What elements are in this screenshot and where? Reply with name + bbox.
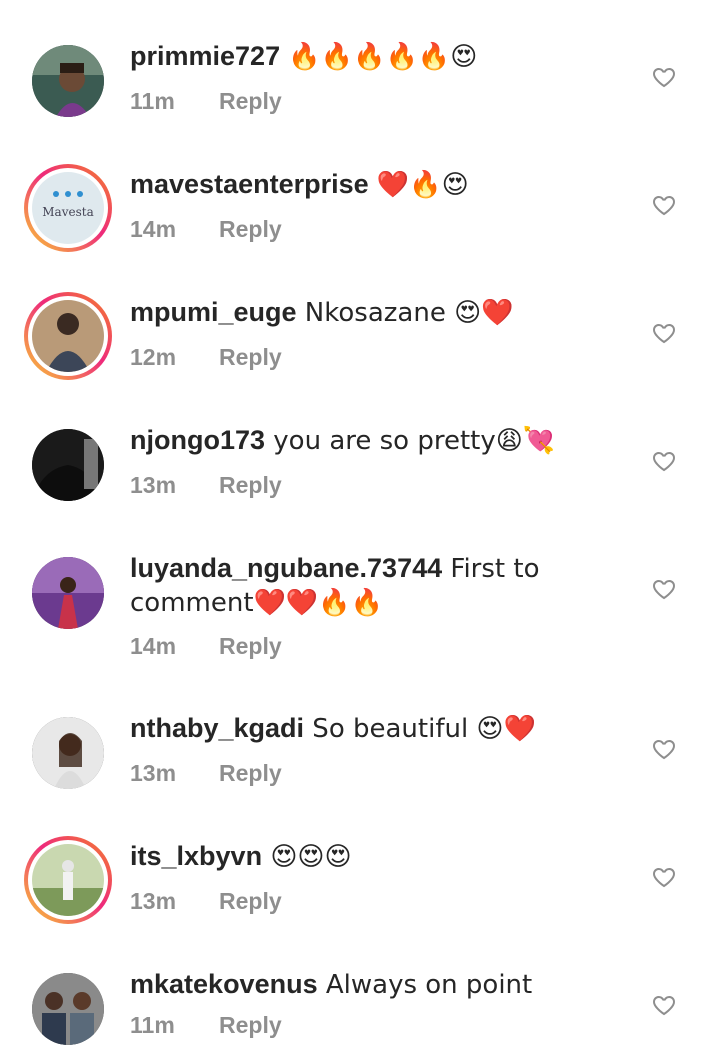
avatar[interactable]: [24, 836, 112, 924]
timestamp: 12m: [130, 344, 177, 370]
comment-meta: 11m Reply: [130, 88, 282, 115]
comment-text: luyanda_ngubane.73744 First to comment❤️…: [130, 552, 630, 620]
comment-text: mkatekovenus Always on point: [130, 968, 630, 1002]
comment-text: primmie727 🔥🔥🔥🔥🔥😍: [130, 40, 630, 74]
username[interactable]: its_lxbyvn: [130, 841, 262, 871]
timestamp: 14m: [130, 216, 177, 242]
comment-body: Always on point: [317, 970, 533, 1000]
username[interactable]: mavestaenterprise: [130, 169, 369, 199]
comment-meta: 13m Reply: [130, 888, 282, 915]
username[interactable]: mkatekovenus: [130, 969, 318, 999]
timestamp: 13m: [130, 888, 177, 914]
timestamp: 11m: [130, 1012, 175, 1038]
comment-body: 🔥🔥🔥🔥🔥😍: [280, 42, 478, 72]
heart-outline-icon[interactable]: [652, 65, 676, 89]
reply-button[interactable]: Reply: [219, 344, 282, 370]
avatar[interactable]: [24, 292, 112, 380]
comment-meta: 11m Reply: [130, 1012, 282, 1039]
reply-button[interactable]: Reply: [219, 216, 282, 242]
comment-body: you are so pretty😩💘: [265, 426, 556, 456]
comment-meta: 13m Reply: [130, 472, 282, 499]
avatar[interactable]: [32, 973, 104, 1045]
comment-meta: 12m Reply: [130, 344, 282, 371]
comment-text: mavestaenterprise ❤️🔥😍: [130, 168, 630, 202]
reply-button[interactable]: Reply: [219, 888, 282, 914]
heart-outline-icon[interactable]: [652, 737, 676, 761]
heart-outline-icon[interactable]: [652, 193, 676, 217]
timestamp: 14m: [130, 633, 177, 659]
comment-body: So beautiful 😍❤️: [304, 714, 536, 744]
username[interactable]: primmie727: [130, 41, 280, 71]
comment-meta: 14m Reply: [130, 633, 282, 660]
timestamp: 11m: [130, 88, 175, 114]
username[interactable]: nthaby_kgadi: [130, 713, 304, 743]
heart-outline-icon[interactable]: [652, 865, 676, 889]
comment-meta: 13m Reply: [130, 760, 282, 787]
comment-body: 😍😍😍: [262, 842, 352, 872]
comments-list: primmie727 🔥🔥🔥🔥🔥😍 11m Reply Mavesta maves…: [0, 0, 720, 1045]
comment-meta: 14m Reply: [130, 216, 282, 243]
username[interactable]: mpumi_euge: [130, 297, 297, 327]
heart-outline-icon[interactable]: [652, 449, 676, 473]
reply-button[interactable]: Reply: [219, 760, 282, 786]
avatar[interactable]: Mavesta: [24, 164, 112, 252]
avatar[interactable]: [32, 45, 104, 117]
heart-outline-icon[interactable]: [652, 993, 676, 1017]
timestamp: 13m: [130, 760, 177, 786]
reply-button[interactable]: Reply: [219, 633, 282, 659]
username[interactable]: luyanda_ngubane.73744: [130, 553, 442, 583]
svg-text:Mavesta: Mavesta: [42, 205, 93, 219]
comment-text: nthaby_kgadi So beautiful 😍❤️: [130, 712, 630, 746]
comment-text: mpumi_euge Nkosazane 😍❤️: [130, 296, 630, 330]
comment-text: its_lxbyvn 😍😍😍: [130, 840, 630, 874]
timestamp: 13m: [130, 472, 177, 498]
reply-button[interactable]: Reply: [219, 1012, 282, 1038]
comment-body: ❤️🔥😍: [368, 170, 469, 200]
comment-body: Nkosazane 😍❤️: [296, 298, 514, 328]
comment-text: njongo173 you are so pretty😩💘: [130, 424, 630, 458]
username[interactable]: njongo173: [130, 425, 265, 455]
heart-outline-icon[interactable]: [652, 321, 676, 345]
reply-button[interactable]: Reply: [219, 88, 282, 114]
heart-outline-icon[interactable]: [652, 577, 676, 601]
avatar[interactable]: [32, 429, 104, 501]
avatar[interactable]: [32, 557, 104, 629]
reply-button[interactable]: Reply: [219, 472, 282, 498]
avatar[interactable]: [32, 717, 104, 789]
